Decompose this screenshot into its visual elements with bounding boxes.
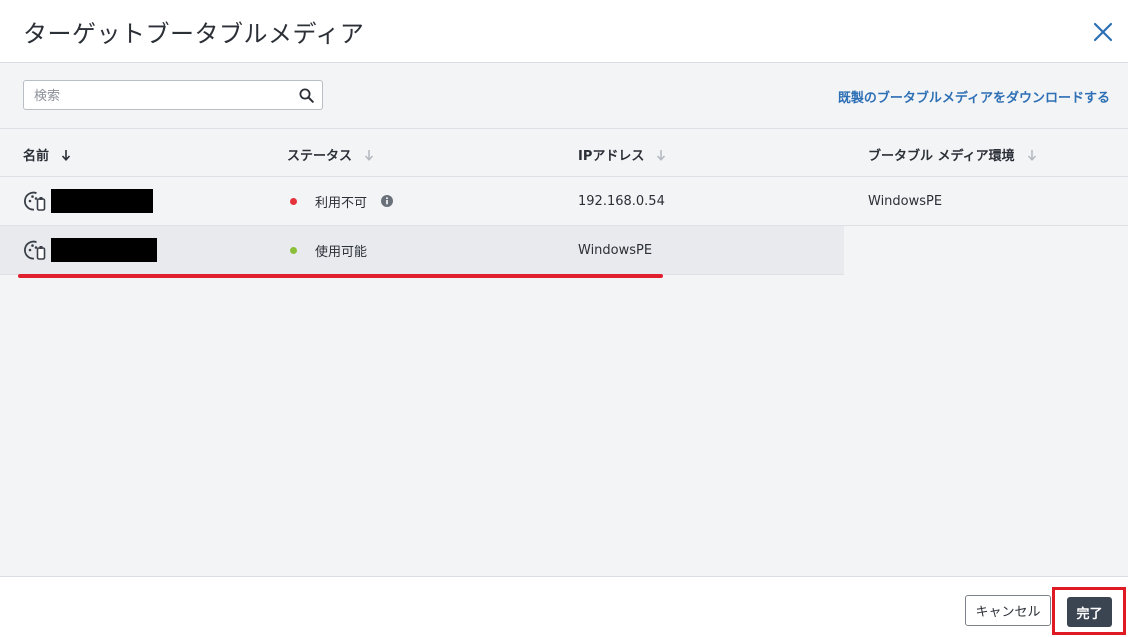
done-button[interactable]: 完了 <box>1067 597 1112 627</box>
dialog-body: 既製のブータブルメディアをダウンロードする 名前 ステータス IPアドレス ブー… <box>0 63 1128 576</box>
ip-cell: 192.168.0.54 <box>578 193 665 209</box>
redacted-name <box>51 238 157 262</box>
dialog-title: ターゲットブータブルメディア <box>23 20 365 48</box>
column-header-environment[interactable]: ブータブル メディア環境 <box>868 145 1037 164</box>
column-header-name[interactable]: 名前 <box>23 145 71 164</box>
status-cell: 使用可能 <box>290 226 367 274</box>
search-input[interactable] <box>32 84 286 108</box>
column-header-label: IPアドレス <box>578 149 645 164</box>
status-dot-available <box>290 246 297 254</box>
name-cell <box>23 177 153 225</box>
search-box[interactable] <box>23 80 323 110</box>
column-header-status[interactable]: ステータス <box>287 145 374 164</box>
status-dot-unavailable <box>290 197 297 205</box>
table-header: 名前 ステータス IPアドレス ブータブル メディア環境 <box>0 128 1128 177</box>
done-button-highlight: 完了 <box>1052 587 1126 635</box>
highlight-underline <box>18 274 663 278</box>
bootable-agent-icon <box>24 240 46 260</box>
dialog-header: ターゲットブータブルメディア <box>0 0 1128 63</box>
sort-arrow-down-icon[interactable] <box>656 149 666 161</box>
table-row[interactable]: 利用不可 192.168.0.54 WindowsPE <box>0 177 1128 226</box>
download-bootable-media-link[interactable]: 既製のブータブルメディアをダウンロードする <box>838 87 1110 106</box>
close-button[interactable] <box>1088 17 1118 47</box>
table-row-selected[interactable]: 使用可能 WindowsPE <box>0 226 844 275</box>
bootable-agent-icon <box>24 191 46 211</box>
cancel-button[interactable]: キャンセル <box>965 595 1051 626</box>
redacted-name <box>51 189 153 213</box>
environment-cell: WindowsPE <box>868 193 943 209</box>
sort-arrow-down-icon[interactable] <box>61 149 71 161</box>
column-header-label: ステータス <box>287 149 353 164</box>
name-cell <box>23 226 157 274</box>
ip-cell: WindowsPE <box>578 242 653 258</box>
column-header-ip[interactable]: IPアドレス <box>578 145 666 164</box>
close-icon[interactable] <box>1088 17 1118 47</box>
column-header-label: 名前 <box>23 149 50 164</box>
column-header-label: ブータブル メディア環境 <box>868 149 1015 164</box>
info-icon[interactable] <box>381 195 394 207</box>
sort-arrow-down-icon[interactable] <box>364 149 374 161</box>
status-label: 使用可能 <box>315 244 368 260</box>
sort-arrow-down-icon[interactable] <box>1027 149 1037 161</box>
status-cell: 利用不可 <box>290 177 394 225</box>
search-icon[interactable] <box>299 88 314 103</box>
dialog-footer: キャンセル 完了 <box>0 576 1128 637</box>
status-label: 利用不可 <box>315 195 368 211</box>
